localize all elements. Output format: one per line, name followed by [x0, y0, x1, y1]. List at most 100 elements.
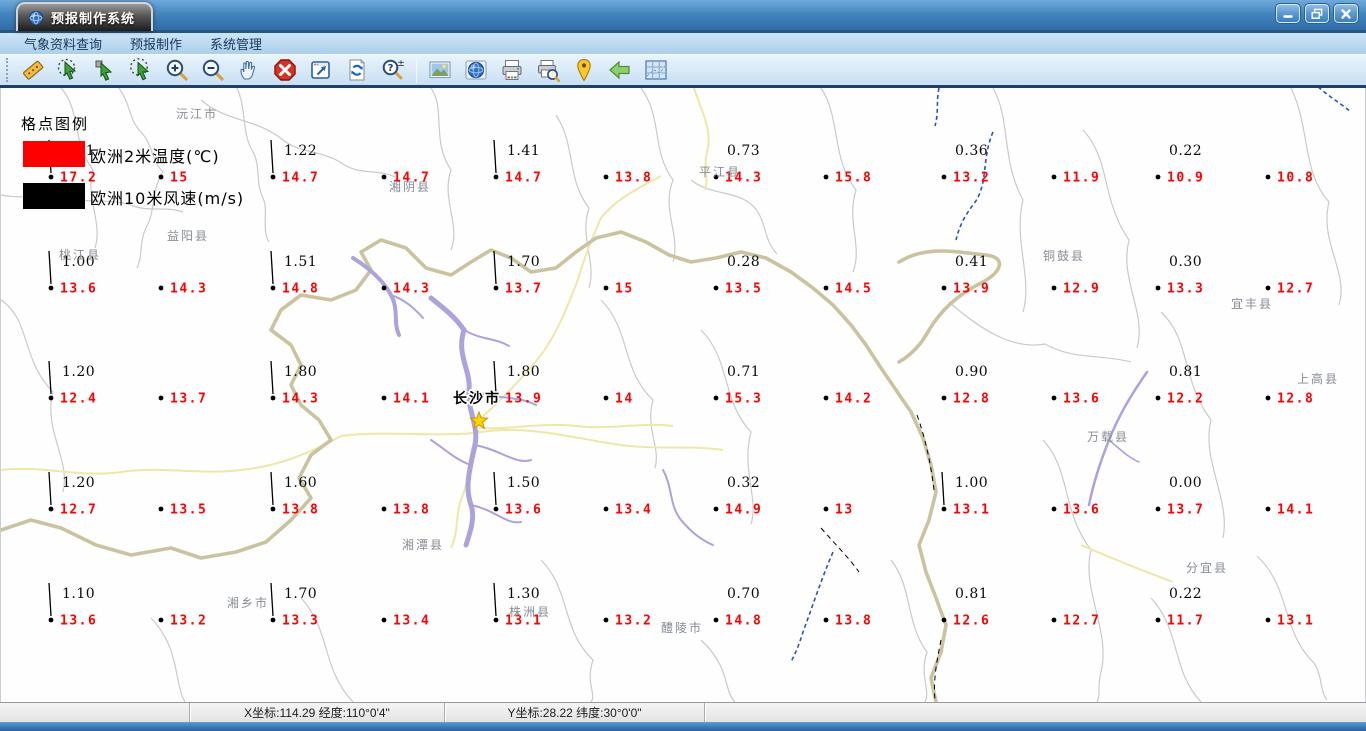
station-temp-value: 14.9	[725, 503, 762, 518]
status-y-coordinate: Y坐标:28.22 纬度:30°0'0"	[445, 703, 705, 722]
station-wind-value: 0.22	[1169, 143, 1202, 159]
place-label: 分宜县	[1186, 560, 1228, 575]
station-temp-value: 14.8	[282, 282, 319, 297]
place-label: 铜鼓县	[1043, 248, 1085, 263]
wind-barb	[493, 360, 497, 395]
station-temp-value: 13.2	[170, 614, 207, 629]
station-temp-value: 15.8	[835, 171, 872, 186]
station-dot	[48, 174, 54, 180]
station-dot	[1155, 617, 1161, 623]
export-image-button[interactable]	[424, 56, 456, 85]
identify-button[interactable]: ? ±	[377, 56, 409, 85]
map-canvas[interactable]: 1.6117.2151.2214.714.71.4114.713.80.7314…	[1, 88, 1365, 702]
station-dot	[1051, 285, 1057, 291]
station-temp-value: 12.7	[60, 503, 97, 518]
full-extent-button[interactable]	[305, 56, 337, 85]
wind-barb	[493, 250, 497, 285]
place-label: 万载县	[1087, 430, 1129, 444]
menu-system-management[interactable]: 系统管理	[196, 33, 276, 54]
close-icon	[1341, 8, 1351, 19]
print-button[interactable]	[496, 56, 528, 85]
station-dot	[941, 617, 947, 623]
station-temp-value: 13.3	[282, 614, 319, 629]
station-temp-value: 14.8	[725, 614, 762, 629]
station-dot	[493, 285, 499, 291]
station-wind-value: 1.30	[507, 586, 540, 602]
measure-button[interactable]	[17, 56, 49, 85]
toolbar-grip[interactable]	[6, 58, 10, 82]
station-dot	[158, 174, 164, 180]
map-legend: 格点图例欧洲2米温度(℃) 欧洲10米风速(m/s)	[21, 115, 243, 209]
select-by-circle-button[interactable]	[125, 56, 157, 85]
station-wind-value: 1.60	[284, 475, 317, 491]
station-temp-value: 13.6	[505, 503, 542, 518]
app-window: 预报制作系统 气象资料查询 预报制作 系统管理 ? ± 17.2 15 1.22…	[0, 0, 1366, 731]
placemark-button[interactable]	[568, 56, 600, 85]
station-temp-value: 13.4	[615, 503, 652, 518]
station-temp-value: 13.8	[835, 614, 872, 629]
minimize-button[interactable]	[1275, 3, 1301, 24]
station-temp-value: 15.3	[725, 392, 762, 407]
station-dot	[270, 617, 276, 623]
station-temp-value: 13.2	[953, 171, 990, 186]
legend-swatch	[23, 183, 85, 209]
station-dot	[1155, 285, 1161, 291]
select-feature-button[interactable]	[53, 56, 85, 85]
place-label: 上高县	[1297, 371, 1339, 386]
minimize-icon	[1283, 14, 1293, 18]
export-image-icon	[429, 61, 451, 79]
station-temp-value: 13.1	[1277, 614, 1314, 629]
back-button[interactable]	[604, 56, 636, 85]
station-temp-value: 13.6	[1063, 503, 1100, 518]
legend-label: 欧洲2米温度(℃)	[90, 147, 220, 166]
station-dot	[381, 174, 387, 180]
station-temp-value: 13.7	[505, 282, 542, 297]
station-temp-value: 10.8	[1277, 171, 1314, 186]
grid-select-button[interactable]	[640, 56, 672, 85]
station-temp-value: 12.8	[1277, 392, 1314, 407]
station-dot	[270, 506, 276, 512]
zoom-in-button[interactable]	[161, 56, 193, 85]
station-dot	[48, 506, 54, 512]
pan-button[interactable]	[233, 56, 265, 85]
print-preview-button[interactable]	[532, 56, 564, 85]
station-temp-value: 13.1	[953, 503, 990, 518]
refresh-button[interactable]	[341, 56, 373, 85]
station-dot	[48, 285, 54, 291]
globe-button[interactable]	[460, 56, 492, 85]
place-label: 宜丰县	[1231, 296, 1273, 311]
zoom-out-icon	[202, 59, 224, 81]
cancel-button[interactable]	[269, 56, 301, 85]
station-temp-value: 13.3	[1167, 282, 1204, 297]
menu-weather-data-query[interactable]: 气象资料查询	[10, 33, 116, 54]
station-temp-value: 13.9	[953, 282, 990, 297]
station-temp-value: 13.5	[725, 282, 762, 297]
menu-forecast-production[interactable]: 预报制作	[116, 33, 196, 54]
station-dot	[1155, 395, 1161, 401]
station-temp-value: 15	[615, 282, 634, 297]
station-dot	[381, 395, 387, 401]
station-temp-value: 15	[170, 171, 189, 186]
station-dot	[48, 617, 54, 623]
restore-button[interactable]	[1304, 3, 1330, 24]
full-extent-icon	[311, 61, 330, 79]
wind-barb	[270, 582, 274, 617]
station-temp-value: 12.7	[1063, 614, 1100, 629]
wind-barb	[270, 471, 274, 506]
close-button[interactable]	[1333, 3, 1359, 24]
station-temp-value: 14.7	[505, 171, 542, 186]
station-wind-value: 0.00	[1169, 475, 1202, 491]
station-temp-value: 14	[615, 392, 634, 407]
station-dot	[1051, 506, 1057, 512]
city-label: 长沙市	[453, 390, 501, 407]
station-wind-value: 0.41	[955, 254, 988, 270]
zoom-out-button[interactable]	[197, 56, 229, 85]
wind-barb	[493, 582, 497, 617]
select-button[interactable]	[89, 56, 121, 85]
station-temp-value: 14.5	[835, 282, 872, 297]
station-dot	[158, 617, 164, 623]
wind-barb	[48, 582, 52, 617]
wind-barb	[493, 471, 497, 506]
legend-title: 格点图例	[21, 115, 89, 133]
place-label: 桃江县	[59, 247, 101, 262]
